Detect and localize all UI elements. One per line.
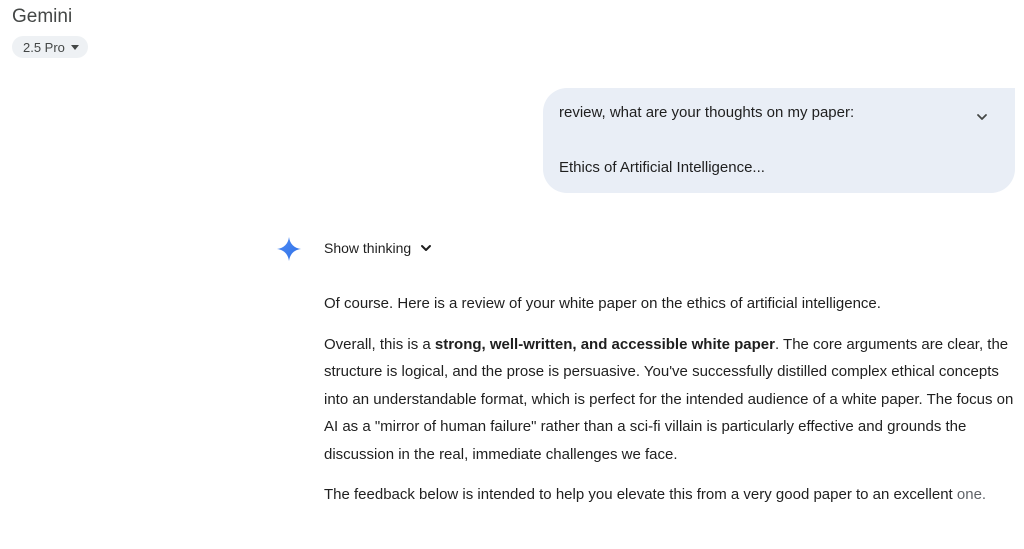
caret-down-icon xyxy=(70,45,79,50)
response-paragraph-2: Overall, this is a strong, well-written,… xyxy=(324,331,1014,469)
response-p2-suffix: . The core arguments are clear, the stru… xyxy=(324,335,1014,463)
chevron-down-icon[interactable] xyxy=(975,110,989,124)
response-body: Of course. Here is a review of your whit… xyxy=(324,290,1014,522)
response-p2-prefix: Overall, this is a xyxy=(324,335,435,353)
user-message-bubble: review, what are your thoughts on my pap… xyxy=(543,88,1015,193)
response-p3-main: The feedback below is intended to help y… xyxy=(324,486,953,503)
app-title: Gemini xyxy=(12,6,73,27)
show-thinking-toggle[interactable]: Show thinking xyxy=(324,240,433,256)
user-message-line1: review, what are your thoughts on my pap… xyxy=(559,104,855,121)
show-thinking-label: Show thinking xyxy=(324,240,412,256)
model-selector[interactable]: 2.5 Pro xyxy=(12,36,88,58)
response-paragraph-3: The feedback below is intended to help y… xyxy=(324,481,1014,509)
response-p3-end: one. xyxy=(956,486,987,503)
user-message-line2: Ethics of Artificial Intelligence... xyxy=(559,159,765,176)
response-p2-bold: strong, well-written, and accessible whi… xyxy=(434,335,775,353)
response-paragraph-1: Of course. Here is a review of your whit… xyxy=(324,295,881,312)
gemini-sparkle-icon xyxy=(277,237,301,261)
model-selector-label: 2.5 Pro xyxy=(23,39,65,55)
chevron-down-icon xyxy=(421,245,432,251)
